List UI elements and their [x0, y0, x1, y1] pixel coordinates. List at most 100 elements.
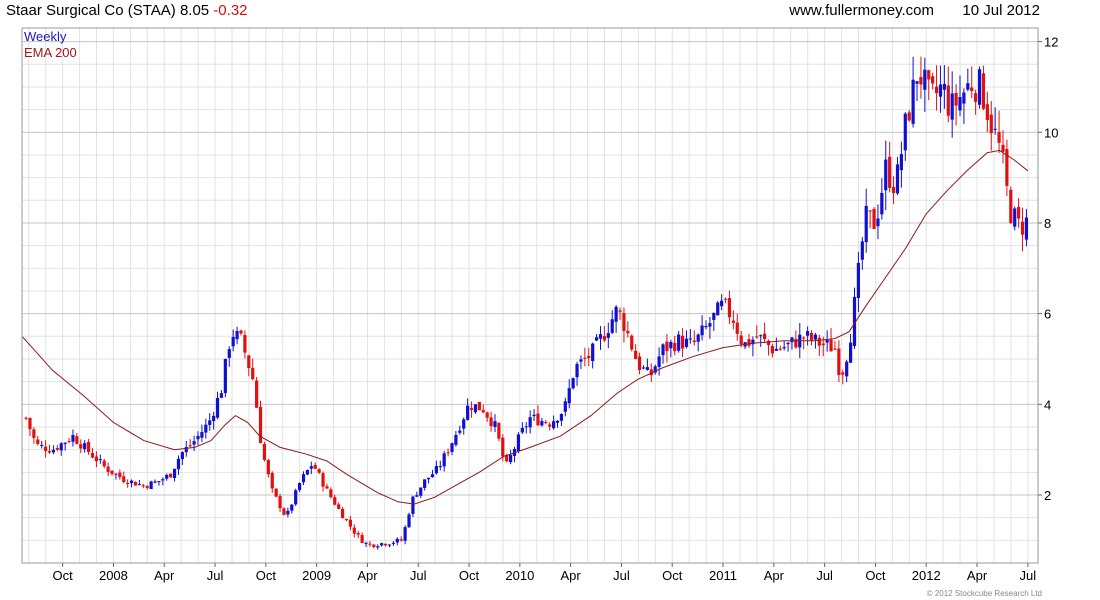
candle-up	[759, 335, 763, 337]
candle-up	[407, 514, 411, 528]
candle-up	[786, 342, 790, 345]
candle-down	[837, 348, 841, 376]
candle-up	[993, 128, 997, 130]
candle-up	[880, 192, 884, 215]
candle-up	[555, 420, 560, 423]
candle-up	[305, 470, 310, 475]
candle-up	[395, 538, 399, 543]
candle-down	[356, 533, 360, 535]
candlestick-chart: 2 4 6 8 10 12 Oct 2008 Apr Jul Oct 2009 Apr Jul Oct 20…	[21, 27, 1058, 583]
candle-down	[262, 443, 267, 460]
candle-up	[438, 466, 442, 468]
candle-down	[44, 446, 48, 451]
candle-down	[755, 336, 759, 338]
candle-up	[942, 83, 946, 90]
candle-down	[360, 535, 364, 543]
candle-down	[399, 539, 403, 541]
candle-up	[450, 443, 454, 452]
candle-up	[645, 367, 649, 370]
candle-up	[454, 434, 458, 445]
candle-up	[227, 349, 231, 358]
candle-up	[895, 164, 900, 194]
candle-up	[83, 443, 87, 450]
legend-period: Weekly	[24, 29, 67, 44]
candle-up	[876, 218, 880, 227]
x-tick-label: Jul	[1020, 568, 1037, 583]
candle-up	[911, 79, 915, 124]
candle-down	[634, 350, 638, 360]
x-tick-label: Jul	[207, 568, 224, 583]
candle-down	[36, 439, 40, 444]
candle-up	[716, 302, 720, 316]
x-tick-label: Oct	[459, 568, 480, 583]
candle-down	[817, 337, 821, 346]
candle-down	[735, 322, 739, 334]
candle-up	[462, 419, 466, 429]
candle-up	[391, 542, 395, 544]
candle-down	[809, 332, 814, 341]
candle-down	[821, 343, 825, 346]
candle-up	[845, 361, 849, 377]
candle-down	[90, 452, 95, 458]
candle-down	[544, 422, 548, 424]
candle-up	[434, 465, 438, 474]
candle-down	[497, 423, 501, 439]
candle-down	[79, 444, 83, 449]
candle-up	[442, 453, 446, 467]
candle-up	[915, 81, 919, 84]
candle-down	[770, 346, 775, 354]
y-tick-label: 12	[1044, 35, 1058, 50]
candle-down	[954, 92, 958, 106]
y-tick-label: 4	[1044, 397, 1051, 412]
candle-up	[192, 441, 196, 445]
candle-down	[731, 320, 735, 323]
candle-up	[415, 495, 419, 497]
plot-border	[21, 27, 1039, 564]
y-tick-label: 6	[1044, 307, 1051, 322]
candle-up	[473, 404, 478, 413]
x-tick-label: Apr	[357, 568, 378, 583]
candle-up	[594, 337, 599, 341]
candle-up	[290, 504, 294, 511]
candle-down	[739, 335, 743, 345]
candle-up	[532, 414, 536, 417]
candle-up	[696, 334, 700, 342]
candle-up	[598, 334, 603, 339]
candle-up	[950, 93, 954, 120]
y-tick-label: 8	[1044, 216, 1051, 231]
candle-up	[540, 420, 544, 426]
candle-up	[172, 468, 177, 478]
x-tick-label: 2008	[99, 568, 128, 583]
candle-up	[712, 312, 716, 320]
x-tick-label: Jul	[816, 568, 833, 583]
x-tick-label: Oct	[865, 568, 886, 583]
candle-up	[98, 459, 102, 461]
candle-down	[626, 330, 630, 334]
candle-down	[368, 543, 372, 545]
candle-up	[403, 527, 407, 541]
candle-up	[520, 427, 524, 433]
candle-up	[575, 363, 579, 378]
candle-up	[606, 333, 610, 338]
candle-up	[430, 474, 435, 478]
candle-up	[380, 543, 384, 546]
candle-down	[337, 504, 341, 509]
candle-down	[126, 483, 130, 485]
candle-up	[610, 319, 614, 333]
candle-down	[313, 465, 317, 469]
candle-down	[24, 417, 28, 419]
candle-up	[219, 393, 224, 398]
candle-down	[329, 489, 333, 498]
candle-down	[489, 417, 493, 427]
candle-down	[637, 356, 642, 370]
x-tick-label: Apr	[764, 568, 785, 583]
candle-down	[989, 114, 993, 134]
candle-down	[888, 156, 892, 188]
candle-up	[567, 388, 571, 404]
candle-up	[860, 241, 864, 260]
candle-up	[899, 154, 903, 171]
candle-up	[235, 331, 239, 340]
candle-down	[481, 409, 485, 413]
candle-up	[848, 342, 853, 363]
candle-up	[856, 262, 861, 298]
